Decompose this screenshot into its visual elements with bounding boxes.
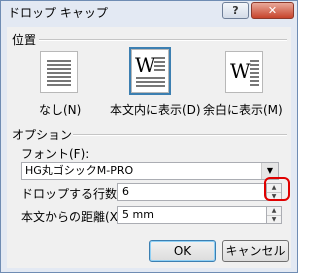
distance-spinner[interactable]: ▲ ▼	[266, 206, 282, 224]
ok-button[interactable]: OK	[149, 240, 216, 262]
dropped-icon[interactable]: W	[131, 49, 169, 93]
no-dropcap-icon[interactable]	[40, 51, 78, 93]
position-margin-label[interactable]: 余白に表示(M)	[203, 101, 283, 118]
position-dropped-label[interactable]: 本文内に表示(D)	[110, 101, 201, 118]
font-select-value: HG丸ゴシックM-PRO	[25, 164, 134, 177]
distance-value: 5 mm	[122, 208, 154, 221]
margin-letter: W	[230, 59, 251, 83]
close-button[interactable]: ✕	[251, 2, 294, 19]
options-group-label: オプション	[12, 128, 73, 142]
lines-to-drop-input[interactable]: 6	[117, 183, 267, 201]
position-divider	[39, 39, 287, 41]
cancel-button[interactable]: キャンセル	[222, 240, 289, 262]
spin-down-icon[interactable]: ▼	[267, 216, 281, 224]
dialog-body: 位置 なし(N) W 本文内に表示(D) W 余白に表示(M) オプション フォ…	[7, 27, 291, 268]
position-group-label: 位置	[12, 33, 37, 47]
spin-up-icon[interactable]: ▲	[267, 207, 281, 216]
distance-label: 本文からの距離(X):	[21, 210, 127, 224]
font-label: フォント(F):	[21, 147, 90, 161]
options-divider	[73, 134, 287, 136]
highlight-ring	[264, 177, 290, 201]
distance-input[interactable]: 5 mm	[117, 206, 267, 224]
font-select[interactable]: HG丸ゴシックM-PRO ▼	[21, 162, 279, 180]
lines-to-drop-value: 6	[122, 185, 129, 198]
position-none-label[interactable]: なし(N)	[39, 101, 81, 118]
dialog-title: ドロップ キャップ	[8, 6, 108, 20]
dropped-letter: W	[135, 53, 156, 77]
drop-cap-dialog: ドロップ キャップ ? ✕ 位置 なし(N) W 本文内に表示(D) W 余白に…	[0, 0, 298, 273]
title-bar[interactable]: ドロップ キャップ ? ✕	[1, 1, 297, 25]
in-margin-icon[interactable]: W	[225, 51, 263, 93]
help-button[interactable]: ?	[222, 2, 249, 19]
